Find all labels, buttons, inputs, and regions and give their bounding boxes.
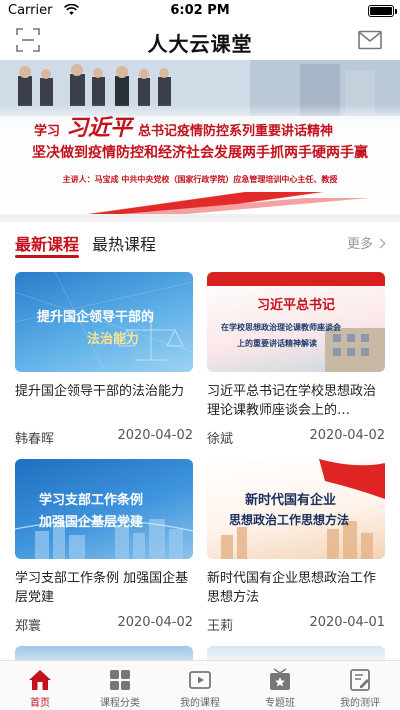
thumbnail-caption-line: 新时代国有企业	[245, 493, 337, 508]
course-thumbnail: 新时代国有企业 思想政治工作思想方法	[207, 459, 385, 559]
tabbar-label: 我的课程	[180, 698, 220, 709]
thumbnail-caption-line: 法治能力	[87, 332, 140, 347]
flag-skyline-illustration	[221, 459, 385, 559]
thumbnail-caption-line: 习近平总书记	[256, 298, 335, 313]
thumbnail-caption-line: 提升国企领导干部的	[37, 310, 155, 325]
banner-speaker: 主讲人：马宝成 中共中央党校（国家行政学院）应急管理培训中心主任、教授	[62, 175, 338, 184]
banner-suffix: 总书记疫情防控系列重要讲话精神	[138, 124, 334, 139]
tabbar-label: 课程分类	[100, 698, 140, 709]
promo-banner[interactable]: 学习 习近平 总书记疫情防控系列重要讲话精神 坚决做到疫情防控和经济社会发展两手抓两…	[0, 60, 400, 214]
course-title: 习近平总书记在学校思想政治理论课教师座谈会上的…	[207, 384, 377, 418]
course-card-partial[interactable]	[15, 646, 193, 660]
course-tabs: 最新课程 最热课程 更多	[0, 222, 400, 262]
tabbar-item-categories[interactable]: 课程分类	[80, 661, 160, 710]
thumbnail-caption-line: 学习支部工作条例	[39, 493, 144, 508]
edit-note-icon	[350, 669, 370, 691]
course-title: 学习支部工作条例 加强国企基层党建	[15, 571, 189, 605]
tabbar-item-my-courses[interactable]: 我的课程	[160, 661, 240, 710]
grid-icon	[110, 670, 130, 690]
play-icon	[189, 671, 211, 689]
star-board-icon	[270, 668, 290, 690]
active-tab-indicator	[15, 255, 79, 258]
tabbar-label: 我的测评	[340, 698, 380, 709]
home-icon	[29, 670, 51, 690]
course-title: 新时代国有企业思想政治工作思想方法	[207, 571, 377, 605]
tabbar-item-home[interactable]: 首页	[0, 661, 80, 710]
clock: 6:02 PM	[170, 3, 230, 18]
more-link[interactable]: 更多	[346, 233, 386, 252]
banner-pink-stripe	[0, 198, 400, 214]
tabbar-item-my-assessment[interactable]: 我的测评	[320, 661, 400, 710]
banner-name: 习近平	[66, 115, 133, 141]
bottom-tab-bar: 首页 课程分类 我的课程 专题班 我的测评	[0, 660, 400, 710]
banner-prefix: 学习	[34, 124, 61, 139]
thumbnail-caption-line: 思想政治工作思想方法	[229, 513, 350, 527]
course-author: 徐斌	[207, 432, 234, 447]
course-author: 王莉	[207, 619, 234, 634]
course-card-partial[interactable]	[207, 646, 385, 660]
course-date: 2020-04-02	[309, 428, 385, 443]
course-date: 2020-04-02	[117, 428, 193, 443]
banner-subtitle: 坚决做到疫情防控和经济社会发展两手抓两手硬两手赢	[32, 145, 368, 161]
more-label: 更多	[346, 237, 373, 252]
course-thumbnail: 提升国企领导干部的 法治能力	[15, 272, 193, 372]
chevron-right-icon	[375, 238, 386, 249]
battery-icon	[368, 5, 397, 17]
course-author: 郑寰	[15, 619, 42, 634]
skyline-illustration	[15, 519, 193, 559]
tabbar-label: 专题班	[265, 698, 295, 709]
tab-latest-courses[interactable]: 最新课程	[15, 231, 79, 255]
mail-icon[interactable]	[358, 30, 382, 50]
course-thumbnail: 习近平总书记 在学校思想政治理论课教师座谈会 上的重要讲话精神解读	[207, 272, 385, 372]
tabbar-item-special-class[interactable]: 专题班	[240, 661, 320, 710]
page-title: 人大云课堂	[147, 32, 253, 56]
thumbnail-caption-line: 上的重要讲话精神解读	[237, 339, 317, 348]
course-author: 韩春晖	[15, 432, 55, 447]
tabbar-label: 首页	[30, 698, 50, 709]
course-date: 2020-04-02	[117, 615, 193, 630]
status-bar: Carrier 6:02 PM	[0, 0, 400, 22]
tab-hot-courses[interactable]: 最热课程	[92, 231, 156, 255]
course-thumbnail: 学习支部工作条例 加强国企基层党建	[15, 459, 193, 559]
section-divider	[0, 214, 400, 222]
thumbnail-caption-line: 加强国企基层党建	[39, 515, 144, 530]
course-date: 2020-04-01	[309, 615, 385, 630]
thumbnail-caption-line: 在学校思想政治理论课教师座谈会	[221, 323, 341, 332]
course-title: 提升国企领导干部的法治能力	[15, 384, 185, 399]
banner-headline: 学习 习近平 总书记疫情防控系列重要讲话精神	[34, 110, 374, 142]
nav-bar: 人大云课堂	[0, 22, 400, 60]
